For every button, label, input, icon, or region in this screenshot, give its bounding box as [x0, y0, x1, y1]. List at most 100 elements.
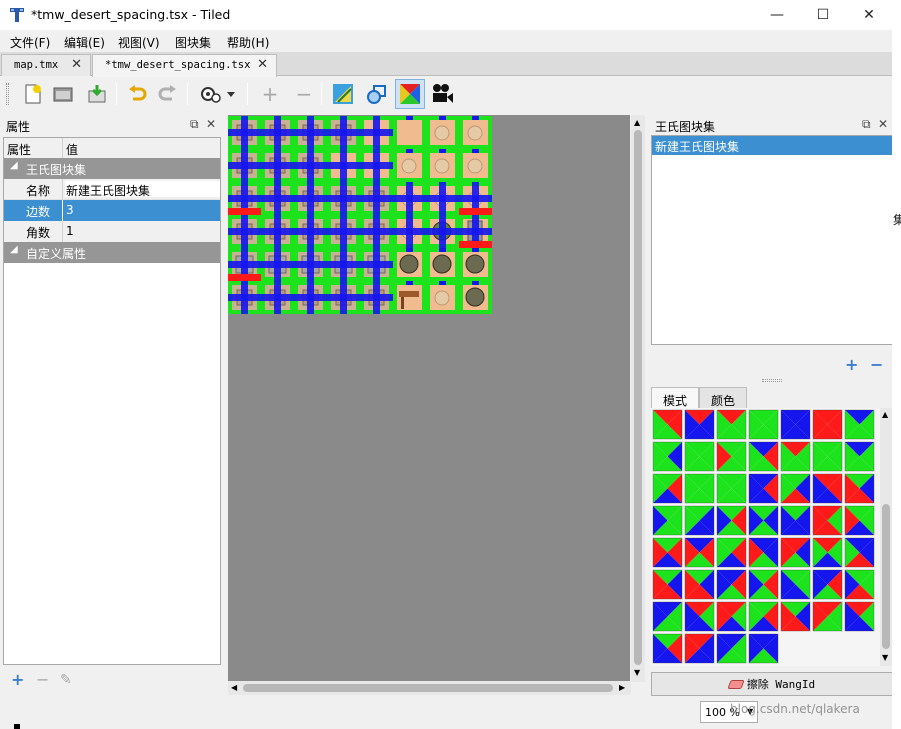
wang-pattern-tile[interactable] — [780, 473, 811, 504]
wang-pattern-tile[interactable] — [652, 505, 683, 536]
wang-pattern-tile[interactable] — [812, 409, 843, 440]
tab-map[interactable]: map.tmx ✕ — [1, 54, 91, 76]
menu-edit[interactable]: 编辑(E) — [64, 34, 105, 51]
tileset-tile[interactable] — [426, 149, 459, 182]
erase-wangid-button[interactable]: 擦除 WangId — [651, 672, 892, 696]
tileset-tile[interactable] — [393, 116, 426, 149]
tileset-tile[interactable] — [459, 215, 492, 248]
wang-pattern-tile[interactable] — [684, 537, 715, 568]
add-tile-icon[interactable]: + — [257, 81, 283, 107]
tileset-tile[interactable] — [228, 116, 261, 149]
tileset-tile[interactable] — [360, 149, 393, 182]
wangset-list[interactable]: 新建王氏图块集 — [651, 135, 892, 345]
toolbar-grip[interactable] — [6, 83, 9, 105]
save-icon[interactable] — [84, 81, 110, 107]
wang-pattern-tile[interactable] — [684, 505, 715, 536]
wang-pattern-tile[interactable] — [652, 601, 683, 632]
tileset-tile[interactable] — [327, 149, 360, 182]
wang-pattern-tile[interactable] — [844, 473, 875, 504]
tileset-tile[interactable] — [426, 215, 459, 248]
wang-pattern-tile[interactable] — [812, 569, 843, 600]
wang-pattern-tile[interactable] — [684, 409, 715, 440]
collapse-arrow-icon[interactable]: ◢ — [10, 244, 18, 255]
splitter-handle[interactable] — [762, 379, 782, 382]
wang-pattern-tile[interactable] — [844, 537, 875, 568]
property-value[interactable]: 新建王氏图块集 — [65, 181, 220, 198]
tileset-tile[interactable] — [261, 149, 294, 182]
tileset-horizontal-scrollbar[interactable]: ◀ ▶ — [228, 681, 631, 695]
wang-pattern-tile[interactable] — [844, 601, 875, 632]
tileset-tile[interactable] — [228, 149, 261, 182]
wang-pattern-view[interactable] — [651, 408, 881, 666]
tileset-tile[interactable] — [360, 116, 393, 149]
scroll-left-icon[interactable]: ◀ — [231, 683, 237, 692]
wang-pattern-tile[interactable] — [684, 473, 715, 504]
wang-pattern-tile[interactable] — [716, 505, 747, 536]
wang-pattern-tile[interactable] — [652, 409, 683, 440]
wang-pattern-tile[interactable] — [652, 537, 683, 568]
scroll-down-icon[interactable]: ▼ — [634, 668, 640, 677]
tileset-tile[interactable] — [228, 281, 261, 314]
maximize-button[interactable]: ☐ — [800, 0, 846, 30]
tileset-tile[interactable] — [261, 248, 294, 281]
wang-pattern-tile[interactable] — [748, 633, 779, 664]
wang-pattern-tile[interactable] — [684, 601, 715, 632]
scroll-thumb[interactable] — [634, 130, 642, 665]
scroll-thumb[interactable] — [882, 504, 890, 649]
add-wangset-icon[interactable]: + — [845, 355, 858, 374]
menu-file[interactable]: 文件(F) — [10, 34, 50, 51]
menu-help[interactable]: 帮助(H) — [227, 34, 269, 51]
tileset-image[interactable] — [228, 116, 492, 314]
tileset-tile[interactable] — [360, 182, 393, 215]
wang-pattern-tile[interactable] — [716, 473, 747, 504]
property-row-corners[interactable]: 角数 1 — [4, 221, 220, 242]
wang-pattern-tile[interactable] — [684, 633, 715, 664]
wang-pattern-tile[interactable] — [844, 441, 875, 472]
tileset-tile[interactable] — [327, 248, 360, 281]
tileset-tile[interactable] — [459, 281, 492, 314]
tileset-tile[interactable] — [360, 281, 393, 314]
wang-pattern-tile[interactable] — [748, 537, 779, 568]
wang-pattern-tile[interactable] — [812, 473, 843, 504]
tileset-tile[interactable] — [459, 149, 492, 182]
property-value[interactable]: 3 — [66, 203, 74, 217]
wang-pattern-tile[interactable] — [780, 537, 811, 568]
wang-pattern-tile[interactable] — [652, 633, 683, 664]
tileset-tile[interactable] — [360, 215, 393, 248]
wang-pattern-tile[interactable] — [748, 569, 779, 600]
wang-icon[interactable] — [395, 79, 425, 109]
collapse-arrow-icon[interactable]: ◢ — [10, 160, 18, 171]
tileset-tile[interactable] — [459, 182, 492, 215]
property-value[interactable]: 1 — [66, 224, 74, 238]
tileset-tile[interactable] — [261, 281, 294, 314]
column-header-value[interactable]: 值 — [66, 141, 78, 158]
wang-pattern-tile[interactable] — [716, 409, 747, 440]
wang-pattern-tile[interactable] — [780, 409, 811, 440]
settings-icon[interactable] — [196, 81, 238, 107]
wang-pattern-tile[interactable] — [748, 409, 779, 440]
tileset-tile[interactable] — [327, 215, 360, 248]
tileset-tile[interactable] — [426, 281, 459, 314]
wang-pattern-tile[interactable] — [780, 505, 811, 536]
tileset-tile[interactable] — [261, 215, 294, 248]
remove-tile-icon[interactable]: − — [291, 81, 317, 107]
tileset-tile[interactable] — [294, 149, 327, 182]
scroll-right-icon[interactable]: ▶ — [619, 683, 625, 692]
tileset-tile[interactable] — [228, 215, 261, 248]
wang-pattern-tile[interactable] — [844, 569, 875, 600]
column-divider[interactable] — [62, 138, 63, 158]
wang-pattern-tile[interactable] — [684, 441, 715, 472]
tileset-tile[interactable] — [426, 182, 459, 215]
wang-pattern-tile[interactable] — [812, 601, 843, 632]
float-panel-icon[interactable]: ⧉ — [190, 117, 199, 132]
tileset-tile[interactable] — [360, 248, 393, 281]
pattern-vertical-scrollbar[interactable]: ▲ ▼ — [880, 408, 892, 666]
wang-pattern-tile[interactable] — [844, 409, 875, 440]
collision-icon[interactable] — [364, 81, 390, 107]
wang-pattern-tile[interactable] — [780, 569, 811, 600]
wang-pattern-tile[interactable] — [780, 601, 811, 632]
tileset-tile[interactable] — [228, 182, 261, 215]
tileset-tile[interactable] — [459, 116, 492, 149]
wang-pattern-tile[interactable] — [844, 505, 875, 536]
tileset-tile[interactable] — [228, 248, 261, 281]
